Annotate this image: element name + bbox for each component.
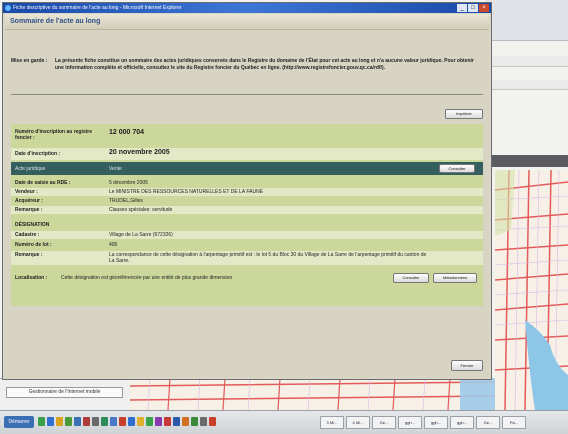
- page-title: Sommaire de l'acte au long: [5, 14, 489, 30]
- quick-launch: [38, 416, 216, 428]
- background-map[interactable]: [495, 170, 568, 410]
- quicklaunch-icon[interactable]: [119, 417, 126, 426]
- row-remarque: Remarque : Clauses spéciales: servitude: [11, 206, 483, 214]
- acquereur-label: Acquéreur :: [15, 198, 44, 204]
- warning-text: La présente fiche constitue un sommaire …: [55, 58, 474, 71]
- quicklaunch-icon[interactable]: [200, 417, 207, 426]
- date-saisie-label: Date de saisie au RDE :: [15, 180, 71, 186]
- row-vendeur: Vendeur : Le MINISTRE DES RESSOURCES NAT…: [11, 188, 483, 196]
- acte-label: Acte juridique: [15, 166, 46, 172]
- window-titlebar[interactable]: Fiche descriptive du sommaire de l'acte …: [3, 3, 491, 13]
- cadastre-value: Village de La Sarre (672326): [109, 232, 173, 238]
- lot-value: 405: [109, 242, 118, 248]
- date-saisie-value: 5 décembre 2005: [109, 180, 148, 186]
- date-inscription-label: Date d'inscription :: [15, 151, 61, 157]
- row-date-saisie: Date de saisie au RDE : 5 décembre 2005: [11, 179, 483, 187]
- background-toolbar: [485, 0, 568, 41]
- quicklaunch-icon[interactable]: [92, 417, 99, 426]
- background-header-band: [485, 155, 568, 167]
- taskbar-task[interactable]: 4 Mi...: [346, 416, 370, 429]
- quicklaunch-icon[interactable]: [56, 417, 63, 426]
- row-localisation: Localisation : Cette désignation est géo…: [11, 272, 483, 284]
- quicklaunch-icon[interactable]: [65, 417, 72, 426]
- print-button[interactable]: Imprimer: [445, 109, 483, 119]
- maximize-button[interactable]: □: [468, 4, 478, 12]
- quicklaunch-icon[interactable]: [173, 417, 180, 426]
- quicklaunch-icon[interactable]: [101, 417, 108, 426]
- designation-remarque-label: Remarque :: [15, 252, 43, 258]
- background-row: [485, 56, 568, 67]
- quicklaunch-icon[interactable]: [155, 417, 162, 426]
- designation-remarque-value: La correspondance de cette désignation à…: [109, 252, 427, 264]
- quicklaunch-icon[interactable]: [38, 417, 45, 426]
- quicklaunch-icon[interactable]: [110, 417, 117, 426]
- background-map-strip[interactable]: [130, 378, 495, 410]
- taskbar-task[interactable]: Pa...: [502, 416, 526, 429]
- close-button[interactable]: Fermer: [451, 360, 483, 371]
- taskbar-tasks: 3 Mi... 4 Mi... Ge... ggh... ggh... ggh.…: [320, 416, 526, 429]
- divider: [11, 94, 483, 95]
- window-controls: _ □ ×: [457, 4, 489, 12]
- page-content: Sommaire de l'acte au long Mise en garde…: [5, 14, 489, 378]
- quicklaunch-icon[interactable]: [182, 417, 189, 426]
- quicklaunch-icon[interactable]: [128, 417, 135, 426]
- date-inscription-value: 20 novembre 2005: [109, 149, 170, 156]
- row-acte-juridique: Acte juridique Vente Consulter: [11, 162, 483, 175]
- quicklaunch-icon[interactable]: [146, 417, 153, 426]
- inscription-label: Numéro d'inscription au registre foncier…: [15, 129, 93, 141]
- row-cadastre: Cadastre : Village de La Sarre (672326): [11, 231, 483, 239]
- record-card: Numéro d'inscription au registre foncier…: [11, 124, 483, 306]
- panel-tab[interactable]: Gestionnaire de l'Internet mobile: [6, 387, 123, 398]
- designation-heading: DÉSIGNATION: [15, 222, 50, 228]
- metadata-button[interactable]: Métadonnées: [433, 273, 477, 283]
- cadastre-label: Cadastre :: [15, 232, 40, 238]
- row-date-inscription: Date d'inscription : 20 novembre 2005: [11, 148, 483, 160]
- consult-location-button[interactable]: Consulter: [393, 273, 429, 283]
- vendeur-label: Vendeur :: [15, 189, 38, 195]
- vendeur-value: Le MINISTRE DES RESSOURCES NATURELLES ET…: [109, 189, 264, 195]
- quicklaunch-icon[interactable]: [164, 417, 171, 426]
- acte-value: Vente: [109, 166, 122, 172]
- start-button[interactable]: Démarrer: [4, 416, 34, 428]
- row-acquereur: Acquéreur : TRUDEL,Gilles: [11, 197, 483, 205]
- localisation-label: Localisation :: [15, 275, 48, 281]
- window-title: Fiche descriptive du sommaire de l'acte …: [13, 5, 182, 11]
- remarque-label: Remarque :: [15, 207, 43, 213]
- dialog-footer: Fermer: [5, 360, 489, 376]
- inscription-value: 12 000 704: [109, 129, 145, 136]
- quicklaunch-icon[interactable]: [137, 417, 144, 426]
- taskbar-task[interactable]: Ge...: [476, 416, 500, 429]
- close-window-button[interactable]: ×: [479, 4, 489, 12]
- warning-label: Mise en garde :: [11, 58, 48, 64]
- ie-icon: [5, 5, 11, 11]
- row-lot: Numéro de lot : 405: [11, 241, 483, 249]
- taskbar-task[interactable]: ggh...: [398, 416, 422, 429]
- row-designation-remarque: Remarque : La correspondance de cette dé…: [11, 251, 483, 265]
- localisation-value: Cette désignation est géoréférencée par …: [61, 275, 233, 281]
- quicklaunch-icon[interactable]: [191, 417, 198, 426]
- taskbar-task[interactable]: Ge...: [372, 416, 396, 429]
- quicklaunch-icon[interactable]: [47, 417, 54, 426]
- quicklaunch-icon[interactable]: [74, 417, 81, 426]
- background-side-panel: Gestionnaire de l'Internet mobile: [0, 378, 130, 411]
- quicklaunch-icon[interactable]: [83, 417, 90, 426]
- row-inscription: Numéro d'inscription au registre foncier…: [11, 128, 483, 142]
- acquereur-value: TRUDEL,Gilles: [109, 198, 143, 204]
- quicklaunch-icon[interactable]: [209, 417, 216, 426]
- lot-label: Numéro de lot :: [15, 242, 52, 248]
- background-row: [485, 80, 568, 90]
- consult-button[interactable]: Consulter: [439, 164, 475, 173]
- taskbar-task[interactable]: ggh...: [424, 416, 448, 429]
- taskbar: Démarrer 3 Mi... 4 Mi... Ge... ggh... gg…: [0, 410, 568, 434]
- ie-window: Fiche descriptive du sommaire de l'acte …: [2, 2, 492, 380]
- taskbar-task[interactable]: 3 Mi...: [320, 416, 344, 429]
- designation-heading-row: DÉSIGNATION: [11, 221, 483, 229]
- remarque-value: Clauses spéciales: servitude: [109, 207, 173, 213]
- minimize-button[interactable]: _: [457, 4, 467, 12]
- taskbar-task[interactable]: ggh...: [450, 416, 474, 429]
